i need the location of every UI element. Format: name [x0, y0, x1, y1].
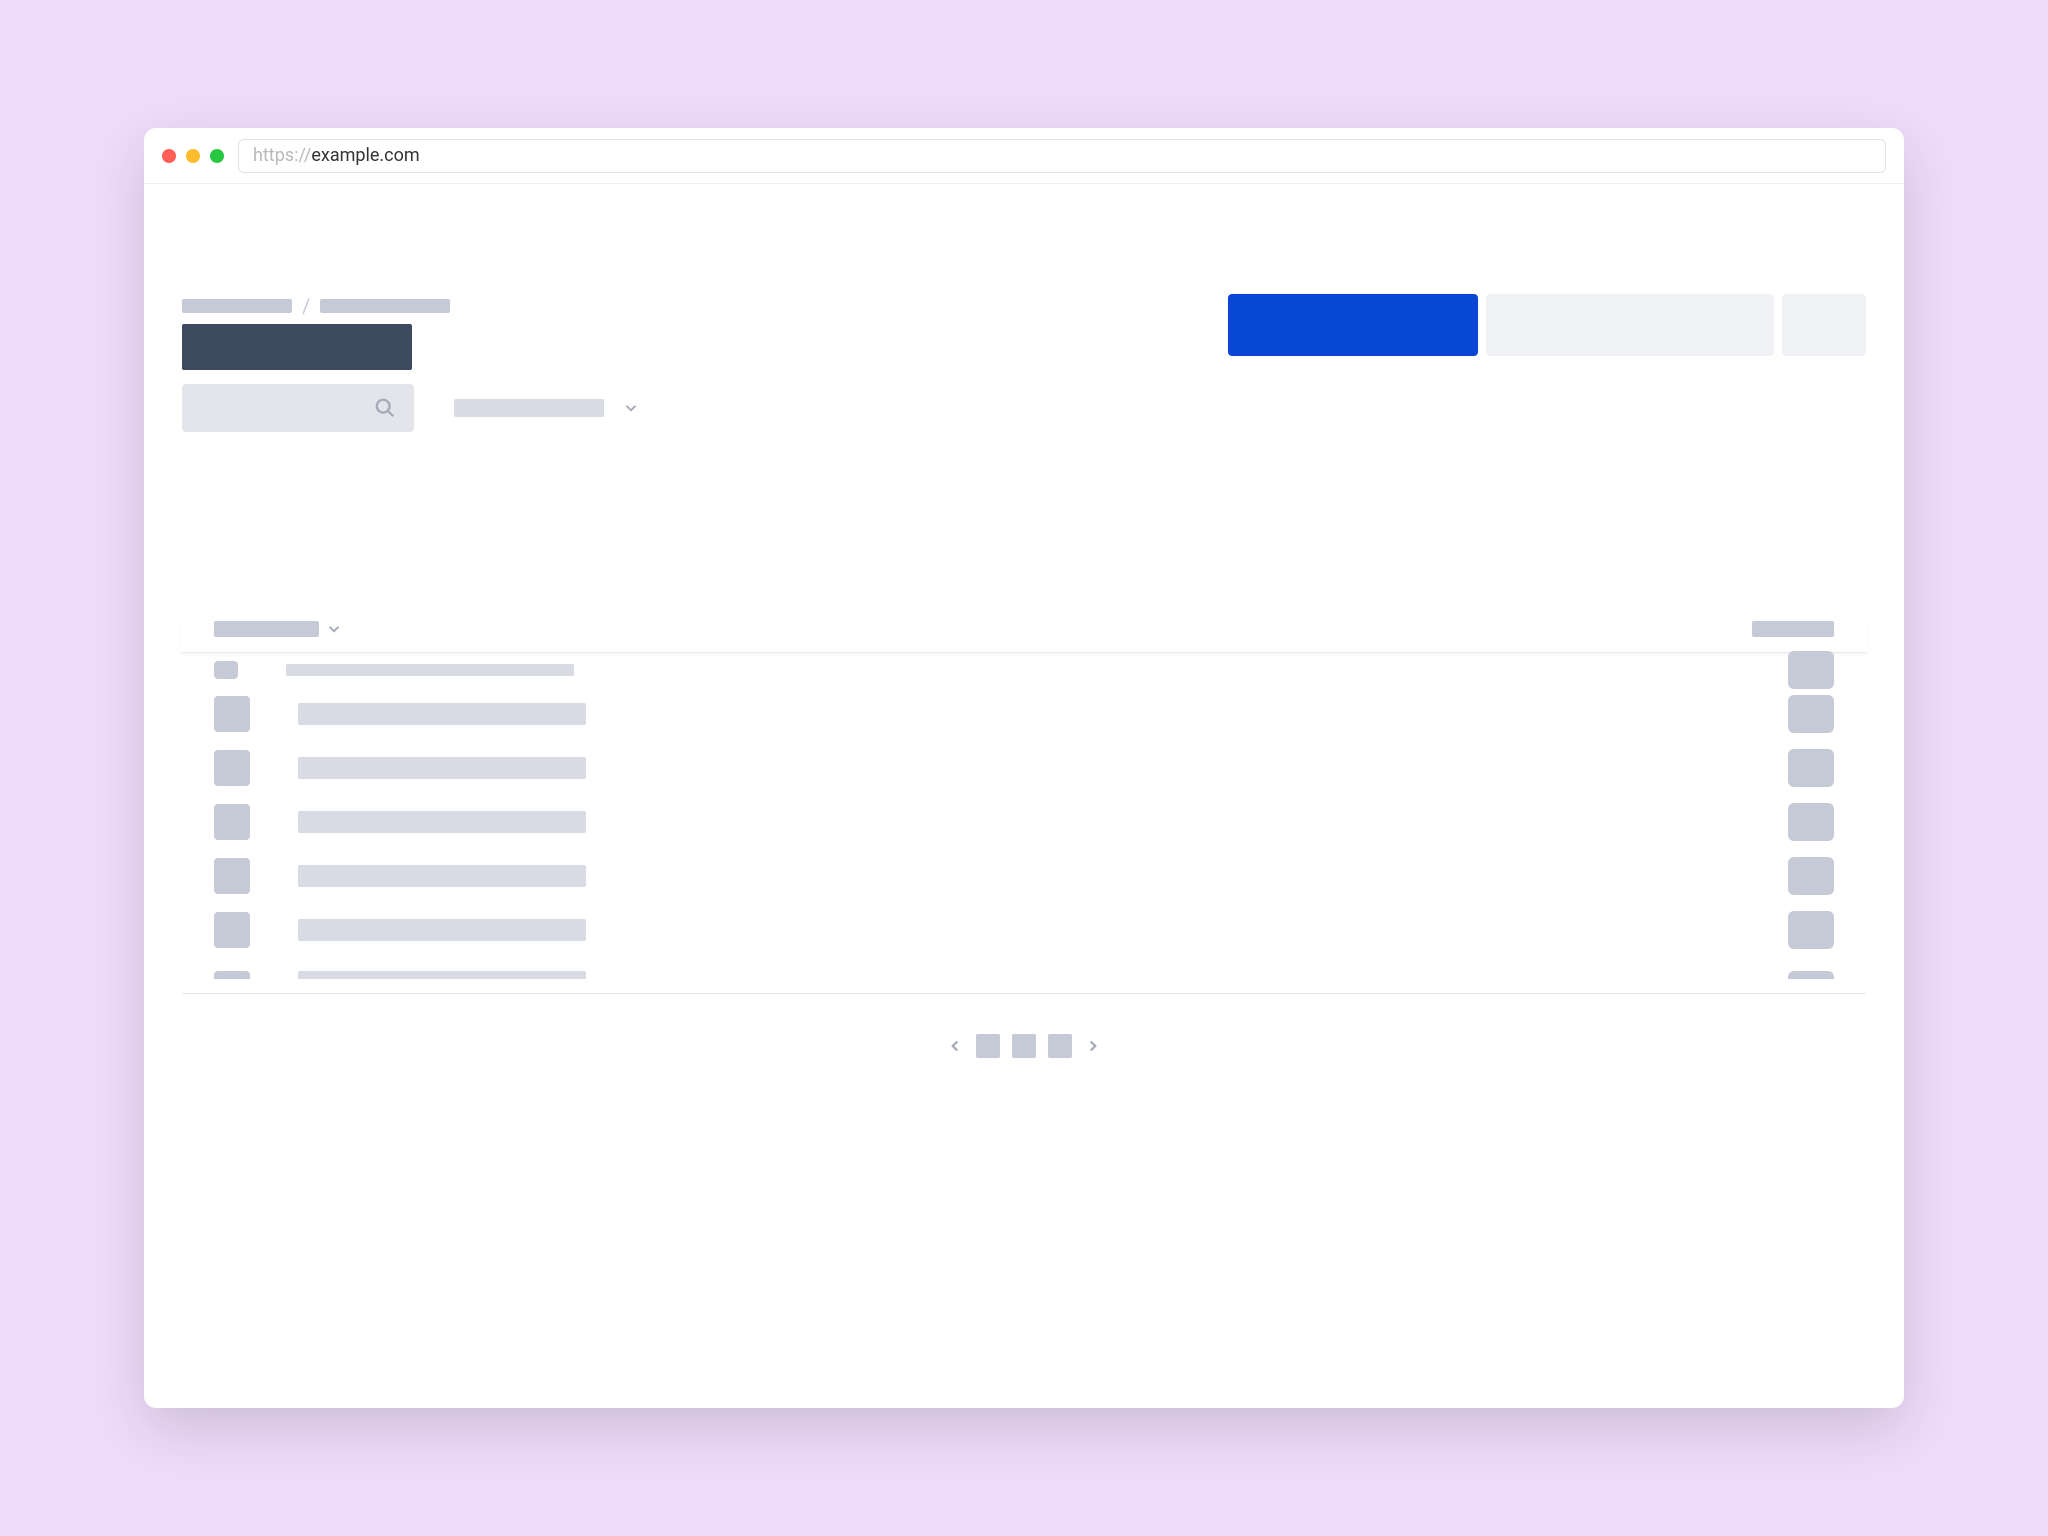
tertiary-action-button[interactable] — [1782, 294, 1866, 356]
primary-action-button[interactable] — [1228, 294, 1478, 356]
cell — [298, 919, 586, 941]
breadcrumb-segment-1[interactable] — [182, 299, 292, 313]
maximize-window-button[interactable] — [210, 149, 224, 163]
table-row[interactable] — [182, 795, 1866, 849]
pagination — [182, 1034, 1866, 1058]
row-action-button[interactable] — [1788, 695, 1834, 733]
breadcrumb-segment-2[interactable] — [320, 299, 450, 313]
action-buttons — [1228, 294, 1866, 356]
filter-label — [454, 399, 604, 417]
sort-chevron-down-icon — [325, 620, 343, 638]
data-table — [182, 620, 1866, 1058]
pagination-page-3[interactable] — [1048, 1034, 1072, 1058]
left-header: / — [182, 294, 640, 432]
browser-chrome: https://example.com — [144, 128, 1904, 184]
window-controls — [162, 149, 224, 163]
cell — [298, 757, 586, 779]
close-window-button[interactable] — [162, 149, 176, 163]
pagination-page-1[interactable] — [976, 1034, 1000, 1058]
cell — [298, 811, 586, 833]
breadcrumb: / — [182, 294, 640, 318]
table-row[interactable] — [182, 653, 1866, 687]
row-icon — [214, 858, 250, 894]
table-row[interactable] — [182, 849, 1866, 903]
row-icon — [214, 750, 250, 786]
row-action-button[interactable] — [1788, 749, 1834, 787]
minimize-window-button[interactable] — [186, 149, 200, 163]
row-icon — [214, 804, 250, 840]
column-header-5[interactable] — [1659, 621, 1834, 637]
cell — [298, 971, 586, 979]
pagination-next-icon[interactable] — [1084, 1037, 1102, 1055]
table-row[interactable] — [182, 957, 1866, 993]
browser-window: https://example.com / — [144, 128, 1904, 1408]
row-action-button[interactable] — [1788, 651, 1834, 689]
page-content: / — [144, 184, 1904, 1408]
secondary-action-button[interactable] — [1486, 294, 1774, 356]
url-bar[interactable]: https://example.com — [238, 139, 1886, 173]
breadcrumb-divider: / — [302, 294, 310, 318]
column-header-1[interactable] — [214, 620, 734, 638]
filter-dropdown[interactable] — [454, 399, 640, 417]
cell — [286, 664, 574, 676]
page-title — [182, 324, 412, 370]
table-row[interactable] — [182, 903, 1866, 957]
pagination-prev-icon[interactable] — [946, 1037, 964, 1055]
row-icon — [214, 971, 250, 979]
row-icon — [214, 912, 250, 948]
row-action-button[interactable] — [1788, 803, 1834, 841]
url-protocol: https:// — [253, 145, 311, 166]
table-row[interactable] — [182, 741, 1866, 795]
row-action-button[interactable] — [1788, 971, 1834, 979]
column-header-1-label — [214, 621, 319, 637]
search-icon — [374, 397, 396, 419]
row-icon — [214, 661, 238, 679]
cell — [298, 865, 586, 887]
chevron-down-icon — [622, 399, 640, 417]
column-header-5-label — [1752, 621, 1834, 637]
pagination-page-2[interactable] — [1012, 1034, 1036, 1058]
url-host: example.com — [311, 145, 419, 166]
table-header — [182, 620, 1866, 653]
toolbar — [182, 384, 640, 432]
row-action-button[interactable] — [1788, 911, 1834, 949]
table-body — [182, 653, 1866, 994]
row-action-button[interactable] — [1788, 857, 1834, 895]
table-row[interactable] — [182, 687, 1866, 741]
cell — [298, 703, 586, 725]
row-icon — [214, 696, 250, 732]
search-input[interactable] — [182, 384, 414, 432]
header-row: / — [182, 294, 1866, 432]
